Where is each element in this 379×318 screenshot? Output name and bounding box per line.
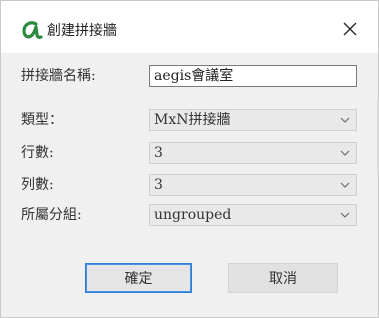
title-bar: 創建拼接牆 (1, 1, 378, 53)
cols-select[interactable]: 3 (149, 174, 357, 196)
name-label: 拼接牆名稱: (21, 68, 96, 84)
close-button[interactable] (336, 15, 364, 43)
rows-select[interactable]: 3 (149, 142, 357, 164)
type-select[interactable]: MxN拼接牆 (149, 109, 357, 131)
dialog-body: 拼接牆名稱: aegis會議室 類型： MxN拼接牆 行數: 3 列數: 3 所… (1, 53, 378, 317)
group-select[interactable]: ungrouped (149, 204, 357, 226)
chevron-down-icon (340, 117, 350, 123)
group-label: 所屬分組: (21, 207, 82, 223)
create-videowall-dialog: 創建拼接牆 拼接牆名稱: aegis會議室 類型： MxN拼接牆 行數: 3 列… (0, 0, 379, 318)
cols-select-value: 3 (154, 177, 163, 193)
cancel-button[interactable]: 取消 (228, 263, 338, 293)
type-select-value: MxN拼接牆 (154, 112, 231, 128)
ok-button[interactable]: 確定 (85, 263, 192, 293)
cols-label: 列數: (21, 177, 54, 193)
rows-label: 行數: (21, 145, 54, 161)
chevron-down-icon (340, 212, 350, 218)
alpha-logo-icon (22, 21, 43, 39)
group-select-value: ungrouped (154, 207, 232, 223)
close-icon (343, 22, 357, 36)
chevron-down-icon (340, 150, 350, 156)
type-label: 類型： (21, 112, 63, 128)
chevron-down-icon (340, 182, 350, 188)
rows-select-value: 3 (154, 145, 163, 161)
dialog-title: 創建拼接牆 (47, 23, 117, 39)
name-input[interactable]: aegis會議室 (149, 65, 357, 87)
